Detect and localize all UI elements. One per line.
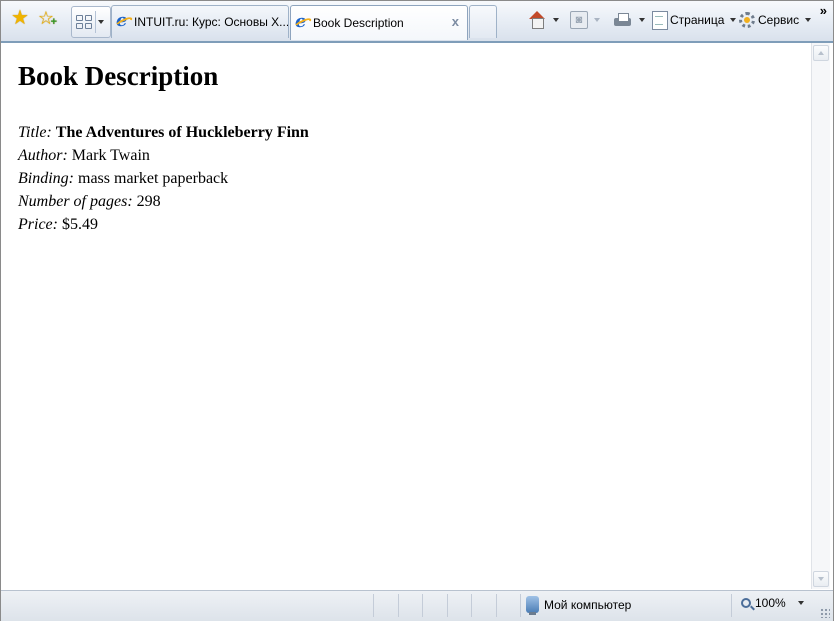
price-row: Price: $5.49	[18, 213, 309, 236]
field-value: Mark Twain	[71, 147, 150, 164]
computer-icon	[526, 596, 539, 615]
tools-menu-label: Сервис	[758, 13, 800, 27]
tab-list-chevron-down-icon[interactable]	[98, 20, 104, 24]
rss-icon: ◙	[570, 11, 588, 29]
chevron-down-icon[interactable]	[730, 18, 737, 22]
home-icon	[527, 10, 547, 30]
title-row: Title: The Adventures of Huckleberry Fin…	[18, 121, 309, 144]
quick-tabs-button[interactable]	[71, 6, 111, 38]
zone-label: Мой компьютер	[544, 597, 632, 612]
pages-row: Number of pages: 298	[18, 190, 309, 213]
print-icon	[613, 12, 633, 28]
vertical-scrollbar[interactable]	[811, 43, 830, 589]
close-tab-icon[interactable]: x	[452, 14, 459, 29]
tools-menu-button[interactable]: Сервис	[739, 7, 812, 33]
zoom-control[interactable]: 100%	[741, 596, 804, 610]
chevron-down-icon[interactable]	[594, 18, 600, 22]
page-content: Book Description Title: The Adventures o…	[5, 43, 811, 589]
field-label: Price:	[18, 216, 58, 233]
field-value: $5.49	[61, 216, 98, 233]
scroll-up-button[interactable]	[813, 45, 829, 61]
home-button[interactable]	[527, 7, 559, 33]
tab-intuit[interactable]: INTUIT.ru: Курс: Основы X...	[111, 5, 289, 38]
print-button[interactable]	[613, 7, 645, 33]
tab-toolbar: ★ ☆ INTUIT.ru: Курс: Основы X... Book De…	[1, 1, 833, 43]
author-row: Author: Mark Twain	[18, 144, 309, 167]
new-tab-button[interactable]	[469, 5, 497, 38]
field-label: Number of pages:	[18, 193, 133, 210]
page-title: Book Description	[18, 61, 219, 91]
status-bar: Мой компьютер 100%	[1, 590, 833, 621]
chevron-down-icon[interactable]	[639, 18, 645, 22]
ie-page-icon	[295, 11, 311, 32]
field-value: 298	[136, 193, 161, 210]
security-zone[interactable]: Мой компьютер	[526, 596, 632, 615]
field-label: Author:	[18, 147, 68, 164]
chevron-down-icon[interactable]	[553, 18, 559, 22]
zoom-level: 100%	[755, 596, 786, 610]
add-favorites-icon[interactable]: ☆	[35, 7, 57, 29]
ie-page-icon	[116, 10, 132, 31]
field-value: The Adventures of Huckleberry Finn	[55, 124, 309, 141]
feeds-button[interactable]: ◙	[570, 7, 600, 33]
field-value: mass market paperback	[78, 170, 229, 187]
tab-label: Book Description	[313, 16, 404, 30]
favorites-star-icon[interactable]: ★	[9, 7, 31, 29]
book-details: Title: The Adventures of Huckleberry Fin…	[18, 121, 309, 236]
page-menu-label: Страница	[670, 13, 725, 27]
tab-book-description[interactable]: Book Description x	[290, 5, 468, 40]
field-label: Title:	[18, 124, 52, 141]
field-label: Binding:	[18, 170, 74, 187]
more-commands-chevron-icon[interactable]: »	[820, 3, 827, 18]
browser-window: ★ ☆ INTUIT.ru: Курс: Основы X... Book De…	[0, 0, 834, 621]
resize-grip-icon[interactable]	[820, 608, 830, 618]
chevron-down-icon[interactable]	[805, 18, 812, 22]
tab-label: INTUIT.ru: Курс: Основы X...	[134, 15, 288, 29]
page-icon	[652, 10, 668, 30]
chevron-down-icon[interactable]	[797, 601, 804, 605]
quick-tabs-icon	[75, 14, 93, 30]
binding-row: Binding: mass market paperback	[18, 167, 309, 190]
zoom-icon	[741, 598, 751, 608]
gear-icon	[739, 12, 755, 28]
scroll-down-button[interactable]	[813, 571, 829, 587]
page-menu-button[interactable]: Страница	[652, 7, 737, 33]
